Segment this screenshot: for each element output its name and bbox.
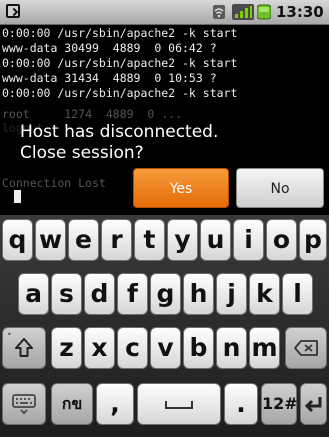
key-t[interactable]: t xyxy=(134,219,165,261)
key-b[interactable]: b xyxy=(183,327,214,369)
clock: 13:30 xyxy=(276,3,324,21)
symbols-key[interactable]: 12# xyxy=(261,383,298,425)
terminal-line: 0:00:00 /usr/sbin/apache2 -k start xyxy=(2,56,238,70)
yes-button[interactable]: Yes xyxy=(133,168,229,208)
space-icon xyxy=(165,401,193,409)
key-l[interactable]: l xyxy=(282,273,313,315)
backspace-icon xyxy=(294,340,318,356)
terminal-line: www-data 30499 4889 0 06:42 ? xyxy=(2,41,217,55)
key-j[interactable]: j xyxy=(216,273,247,315)
key-i[interactable]: i xyxy=(233,219,264,261)
battery-icon xyxy=(257,4,271,20)
terminal-line: 0:00:00 /usr/sbin/apache2 -k start xyxy=(2,26,238,40)
language-switch-key[interactable]: กข xyxy=(51,383,93,425)
key-f[interactable]: f xyxy=(117,273,148,315)
status-bar: 13:30 xyxy=(0,0,329,25)
disconnect-dialog: Host has disconnected. Close session? xyxy=(0,120,329,166)
key-q[interactable]: q xyxy=(2,219,33,261)
wifi-icon xyxy=(213,5,225,19)
shift-icon xyxy=(15,338,33,357)
keyboard-settings-key[interactable] xyxy=(2,383,46,425)
keyboard-icon xyxy=(12,394,36,415)
enter-key[interactable] xyxy=(300,383,327,425)
key-n[interactable]: n xyxy=(216,327,247,369)
terminal-line: root 1274 4889 0 ... xyxy=(2,107,183,121)
key-k[interactable]: k xyxy=(249,273,280,315)
key-e[interactable]: e xyxy=(68,219,99,261)
dialog-message: Host has disconnected. xyxy=(20,122,219,142)
backspace-key[interactable] xyxy=(285,327,327,369)
key-period[interactable]: . xyxy=(224,383,258,425)
soft-keyboard: q w e r t y u i o p a s d f g h j k l • … xyxy=(0,215,329,437)
terminal-line: 0:00:00 /usr/sbin/apache2 -k start xyxy=(2,86,238,100)
dialog-buttons: Yes No xyxy=(0,166,329,210)
signal-strength-icon xyxy=(232,4,254,20)
no-button[interactable]: No xyxy=(236,168,324,208)
key-s[interactable]: s xyxy=(51,273,82,315)
key-o[interactable]: o xyxy=(266,219,297,261)
key-a[interactable]: a xyxy=(18,273,49,315)
key-h[interactable]: h xyxy=(183,273,214,315)
key-p[interactable]: p xyxy=(299,219,327,261)
key-r[interactable]: r xyxy=(101,219,132,261)
key-m[interactable]: m xyxy=(249,327,280,369)
key-d[interactable]: d xyxy=(84,273,115,315)
shift-key[interactable]: • xyxy=(2,327,46,369)
key-z[interactable]: z xyxy=(51,327,82,369)
enter-icon xyxy=(304,397,321,413)
terminal-line: www-data 31434 4889 0 10:53 ? xyxy=(2,71,217,85)
key-x[interactable]: x xyxy=(84,327,115,369)
key-comma[interactable]: , xyxy=(96,383,134,425)
terminal-notification-icon xyxy=(6,4,20,18)
key-y[interactable]: y xyxy=(167,219,198,261)
key-c[interactable]: c xyxy=(117,327,148,369)
shift-hint-dot: • xyxy=(7,330,12,339)
key-v[interactable]: v xyxy=(150,327,181,369)
dialog-question: Close session? xyxy=(20,143,144,163)
key-w[interactable]: w xyxy=(35,219,66,261)
key-u[interactable]: u xyxy=(200,219,231,261)
spacebar[interactable] xyxy=(137,383,221,425)
key-g[interactable]: g xyxy=(150,273,181,315)
